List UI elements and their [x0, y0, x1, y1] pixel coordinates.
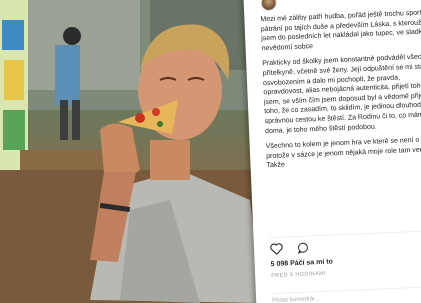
post-photo [0, 0, 262, 303]
comment-icon[interactable] [297, 240, 310, 258]
post-actions [269, 229, 421, 261]
caption-paragraph: Všechno to kolem je jenom hra ve které s… [265, 136, 421, 170]
comment-input[interactable]: Pridať komentár... [271, 285, 421, 303]
post-caption: Mezi mé záliby patří hudba, pořád ještě … [260, 8, 421, 177]
caption-paragraph: Prakticky od školky jsem konstantně podv… [262, 53, 421, 135]
caption-paragraph: Mezi mé záliby patří hudba, pořád ještě … [260, 9, 421, 53]
photo-illustration [0, 0, 262, 303]
likes-count[interactable]: 5 098 Páčí sa mi to [271, 258, 334, 268]
instagram-post-card: Mezi mé záliby patří hudba, pořád ještě … [243, 0, 421, 303]
avatar-icon[interactable] [260, 0, 278, 12]
screenshot: Mezi mé záliby patří hudba, pořád ještě … [0, 0, 421, 303]
heart-icon[interactable] [270, 242, 284, 261]
post-timestamp: PRED 5 HODINAMI [271, 270, 327, 280]
